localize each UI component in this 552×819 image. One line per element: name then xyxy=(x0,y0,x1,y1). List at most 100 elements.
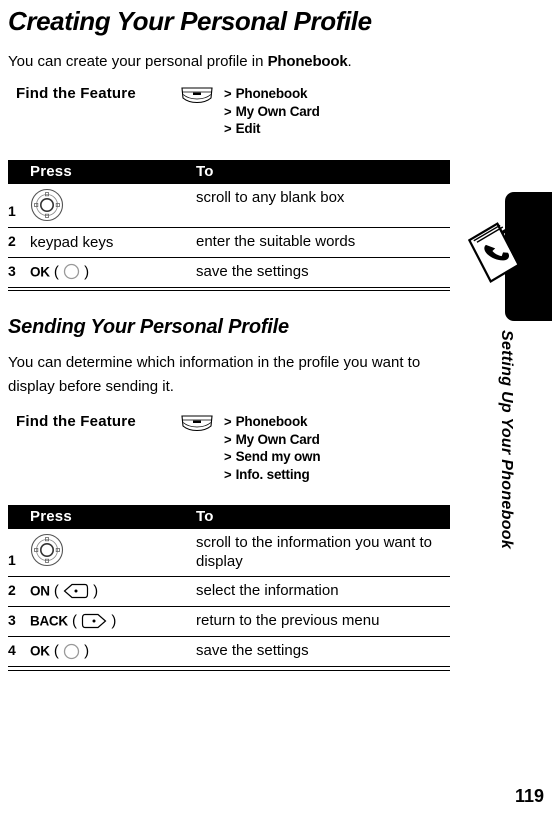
paren-close: ) xyxy=(80,642,90,660)
row-press-cell xyxy=(30,183,196,228)
path-separator: > xyxy=(224,431,232,447)
path-label: Phonebook xyxy=(235,86,308,102)
row-number: 2 xyxy=(8,227,30,258)
find-the-feature-path-2: > Phonebook > My Own Card > Send my own > In… xyxy=(224,413,321,484)
row-press-cell: keypad keys xyxy=(30,227,196,258)
path-item: > My Own Card xyxy=(224,103,320,121)
path-label: Edit xyxy=(235,121,261,137)
path-label: My Own Card xyxy=(235,431,320,447)
row-to-cell: save the settings xyxy=(196,257,450,288)
paren-open: ( xyxy=(49,582,63,600)
path-separator: > xyxy=(224,103,232,119)
path-item: > My Own Card xyxy=(224,431,320,449)
softkey-label: ON xyxy=(30,583,50,599)
row-number: 3 xyxy=(8,606,30,638)
page-title: Creating Your Personal Profile xyxy=(8,6,372,36)
find-the-feature-label-1: Find the Feature xyxy=(16,85,136,103)
path-item: > Info. setting xyxy=(224,466,320,484)
navigation-key-icon xyxy=(30,533,64,567)
steps-table-1: Press To 1 scroll to any blank box 2 key… xyxy=(8,159,450,288)
path-item: > Phonebook xyxy=(224,85,320,103)
table-row: 2 keypad keys enter the suitable words xyxy=(8,227,450,258)
path-item: > Edit xyxy=(224,120,320,138)
round-ok-key-icon xyxy=(63,643,80,660)
table-row: 1 xyxy=(8,529,450,578)
row-number: 1 xyxy=(8,529,30,578)
navigation-key-icon xyxy=(30,188,64,222)
table-row: 2 ON ( ) select the information xyxy=(8,576,450,608)
path-separator: > xyxy=(224,414,232,430)
row-number: 1 xyxy=(8,183,30,228)
path-separator: > xyxy=(224,86,232,102)
menu-key-icon xyxy=(180,85,224,105)
row-to-cell: scroll to any blank box xyxy=(196,183,450,228)
softkey-label: BACK xyxy=(30,613,68,629)
section1-intro: You can create your personal profile in … xyxy=(8,52,460,72)
col-header-number xyxy=(8,159,30,184)
chapter-title: Setting Up Your Phonebook xyxy=(460,330,552,554)
path-separator: > xyxy=(224,121,232,137)
section2-intro: You can determine which information in t… xyxy=(8,354,421,396)
softkey-label: OK xyxy=(30,264,50,280)
row-to-cell: save the settings xyxy=(196,636,450,668)
find-the-feature-2: Find the Feature > Phonebook > My Own Card… xyxy=(8,413,460,483)
row-number: 4 xyxy=(8,636,30,668)
row-press-cell: OK ( ) xyxy=(30,257,196,288)
row-to-cell: select the information xyxy=(196,576,450,608)
paren-close: ) xyxy=(80,263,90,281)
col-header-to: To xyxy=(196,159,450,184)
round-ok-key-icon xyxy=(63,263,80,280)
path-item: > Send my own xyxy=(224,448,321,466)
row-to-cell: scroll to the information you want to di… xyxy=(196,529,450,578)
path-item: > Phonebook xyxy=(224,413,320,431)
left-soft-key-icon xyxy=(63,583,89,599)
path-label: My Own Card xyxy=(235,103,320,119)
section2-title: Sending Your Personal Profile xyxy=(8,316,289,339)
chapter-rail: Setting Up Your Phonebook xyxy=(460,0,552,819)
col-header-number xyxy=(8,505,30,530)
section1-intro-text: You can create your personal profile in xyxy=(8,53,268,71)
menu-key-icon xyxy=(180,413,224,433)
path-label: Phonebook xyxy=(235,414,308,430)
col-header-press: Press xyxy=(30,159,196,184)
paren-open: ( xyxy=(49,263,63,281)
row-to-cell: return to the previous menu xyxy=(196,606,450,638)
page-number: 119 xyxy=(514,786,544,806)
paren-close: ) xyxy=(89,582,99,600)
section1-intro-emphasis: Phonebook xyxy=(267,53,348,71)
col-header-to: To xyxy=(196,505,450,530)
table-bottom-rule-2 xyxy=(8,669,450,671)
manual-page: Creating Your Personal Profile You can c… xyxy=(0,0,552,819)
row-number: 3 xyxy=(8,257,30,288)
find-the-feature-path-1: > Phonebook > My Own Card > Edit xyxy=(224,85,320,138)
col-header-press: Press xyxy=(30,505,196,530)
softkey-label: OK xyxy=(30,643,50,659)
table-header-row: Press To xyxy=(8,505,450,530)
table-row: 3 OK ( ) save the settings xyxy=(8,257,450,288)
find-the-feature-label-2: Find the Feature xyxy=(16,413,136,431)
row-press-cell: ON ( ) xyxy=(30,576,196,608)
table-row: 1 xyxy=(8,183,450,228)
find-the-feature-1: Find the Feature > Phonebook > My Own Card… xyxy=(8,85,460,138)
table-row: 4 OK ( ) save the settings xyxy=(8,636,450,668)
row-to-cell: enter the suitable words xyxy=(196,227,450,258)
table-header-row: Press To xyxy=(8,159,450,184)
row-press-cell: BACK ( ) xyxy=(30,606,196,638)
row-press-cell xyxy=(30,529,196,578)
path-separator: > xyxy=(224,449,232,465)
path-separator: > xyxy=(224,466,232,482)
chapter-title-text: Setting Up Your Phonebook xyxy=(498,330,515,550)
phonebook-icon xyxy=(467,222,524,288)
right-soft-key-icon xyxy=(81,613,107,629)
paren-open: ( xyxy=(49,642,63,660)
steps-table-2: Press To 1 scroll to the information you… xyxy=(8,505,450,668)
section1-intro-period: . xyxy=(347,53,352,71)
page-content: Creating Your Personal Profile You can c… xyxy=(8,0,460,671)
path-label: Send my own xyxy=(235,449,321,465)
paren-open: ( xyxy=(67,612,82,630)
paren-close: ) xyxy=(107,612,117,630)
row-number: 2 xyxy=(8,576,30,608)
path-label: Info. setting xyxy=(235,466,310,482)
row-press-cell: OK ( ) xyxy=(30,636,196,668)
table-row: 3 BACK ( ) return to the previous menu xyxy=(8,606,450,638)
